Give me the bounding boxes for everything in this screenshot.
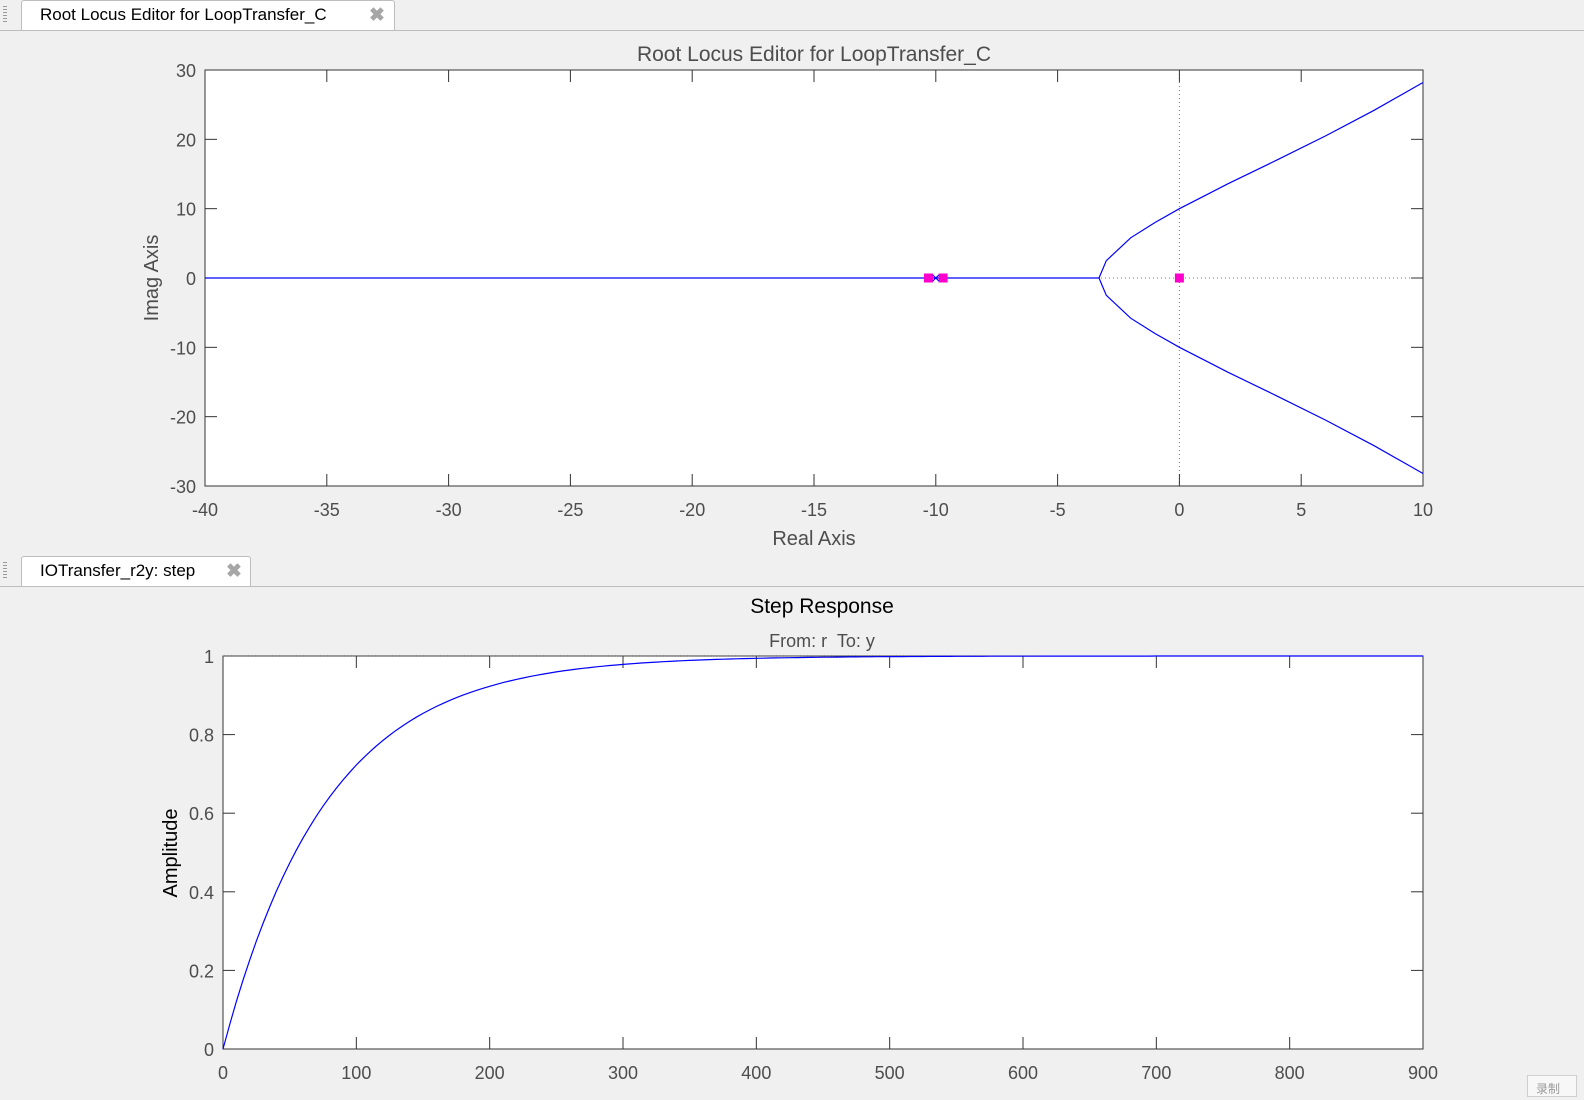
closed-loop-pole-marker[interactable]: [923, 273, 933, 283]
tab-root-locus-editor[interactable]: Root Locus Editor for LoopTransfer_C ✖: [21, 0, 395, 30]
x-axis-label: Real Axis: [772, 528, 855, 550]
root-locus-panel: Root Locus Editor for LoopTransfer_C -40…: [0, 31, 1584, 559]
closed-loop-pole-marker[interactable]: [1174, 273, 1184, 283]
x-tick-labels: 0 100 200 300 400 500 600 700 800 900: [218, 1063, 1438, 1083]
y-tick-labels: 30 20 10 0 -10 -20 -30: [170, 61, 196, 497]
x-tick-label: -35: [314, 500, 340, 520]
x-tick-label: -15: [801, 500, 827, 520]
y-tick-label: -30: [170, 477, 196, 497]
x-tick-label: 0: [218, 1063, 228, 1083]
y-tick-labels: 1 0.8 0.6 0.4 0.2 0: [189, 647, 214, 1060]
bottom-tabstrip: IOTransfer_r2y: step ✖: [0, 556, 1584, 587]
y-tick-label: 0.8: [189, 726, 214, 746]
y-tick-label: 0.2: [189, 961, 214, 981]
x-tick-label: 500: [875, 1063, 905, 1083]
tab-label: IOTransfer_r2y: step: [40, 561, 196, 580]
x-tick-label: 100: [341, 1063, 371, 1083]
x-tick-label: 10: [1413, 500, 1433, 520]
y-tick-label: -10: [170, 338, 196, 358]
x-tick-label: 200: [475, 1063, 505, 1083]
x-tick-label: -20: [679, 500, 705, 520]
closed-loop-pole-marker[interactable]: [938, 273, 948, 283]
x-tick-label: 800: [1275, 1063, 1305, 1083]
x-tick-labels: -40 -35 -30 -25 -20 -15 -10 -5 0 5 10: [192, 500, 1433, 520]
x-tick-label: 400: [741, 1063, 771, 1083]
top-tabstrip: Root Locus Editor for LoopTransfer_C ✖: [0, 0, 1584, 31]
x-tick-label: -25: [557, 500, 583, 520]
plot-area[interactable]: [222, 655, 1424, 1050]
x-tick-label: 700: [1141, 1063, 1171, 1083]
x-tick-label: -30: [436, 500, 462, 520]
step-response-chart[interactable]: Step Response From: r To: y 0 100 200 300 40…: [0, 587, 1584, 1095]
close-icon[interactable]: ✖: [369, 4, 385, 27]
root-locus-chart[interactable]: Root Locus Editor for LoopTransfer_C -40…: [0, 31, 1584, 559]
step-response-panel: Step Response From: r To: y 0 100 200 300 40…: [0, 587, 1584, 1095]
grip-handle[interactable]: [3, 6, 7, 24]
tab-step-response[interactable]: IOTransfer_r2y: step ✖: [21, 556, 251, 586]
x-tick-label: 0: [1174, 500, 1184, 520]
y-tick-label: -20: [170, 408, 196, 428]
x-tick-label: -5: [1050, 500, 1066, 520]
x-tick-label: 300: [608, 1063, 638, 1083]
record-button[interactable]: 录制: [1527, 1075, 1577, 1097]
y-tick-label: 20: [176, 130, 196, 150]
chart-subtitle: From: r To: y: [769, 631, 875, 651]
chart-title: Step Response: [750, 595, 894, 618]
y-tick-label: 0: [204, 1040, 214, 1060]
y-tick-label: 10: [176, 200, 196, 220]
x-tick-label: -40: [192, 500, 218, 520]
y-tick-label: 0: [186, 269, 196, 289]
y-tick-label: 1: [204, 647, 214, 667]
chart-title: Root Locus Editor for LoopTransfer_C: [637, 43, 991, 66]
tab-label: Root Locus Editor for LoopTransfer_C: [40, 5, 327, 24]
y-tick-label: 0.4: [189, 883, 214, 903]
close-icon[interactable]: ✖: [226, 560, 242, 583]
x-tick-label: -10: [923, 500, 949, 520]
y-tick-label: 0.6: [189, 804, 214, 824]
x-tick-label: 5: [1296, 500, 1306, 520]
x-tick-label: 900: [1408, 1063, 1438, 1083]
grip-handle[interactable]: [3, 562, 7, 580]
y-axis-label: Amplitude: [160, 809, 182, 898]
y-tick-label: 30: [176, 61, 196, 81]
x-tick-label: 600: [1008, 1063, 1038, 1083]
y-axis-label: Imag Axis: [141, 235, 163, 322]
